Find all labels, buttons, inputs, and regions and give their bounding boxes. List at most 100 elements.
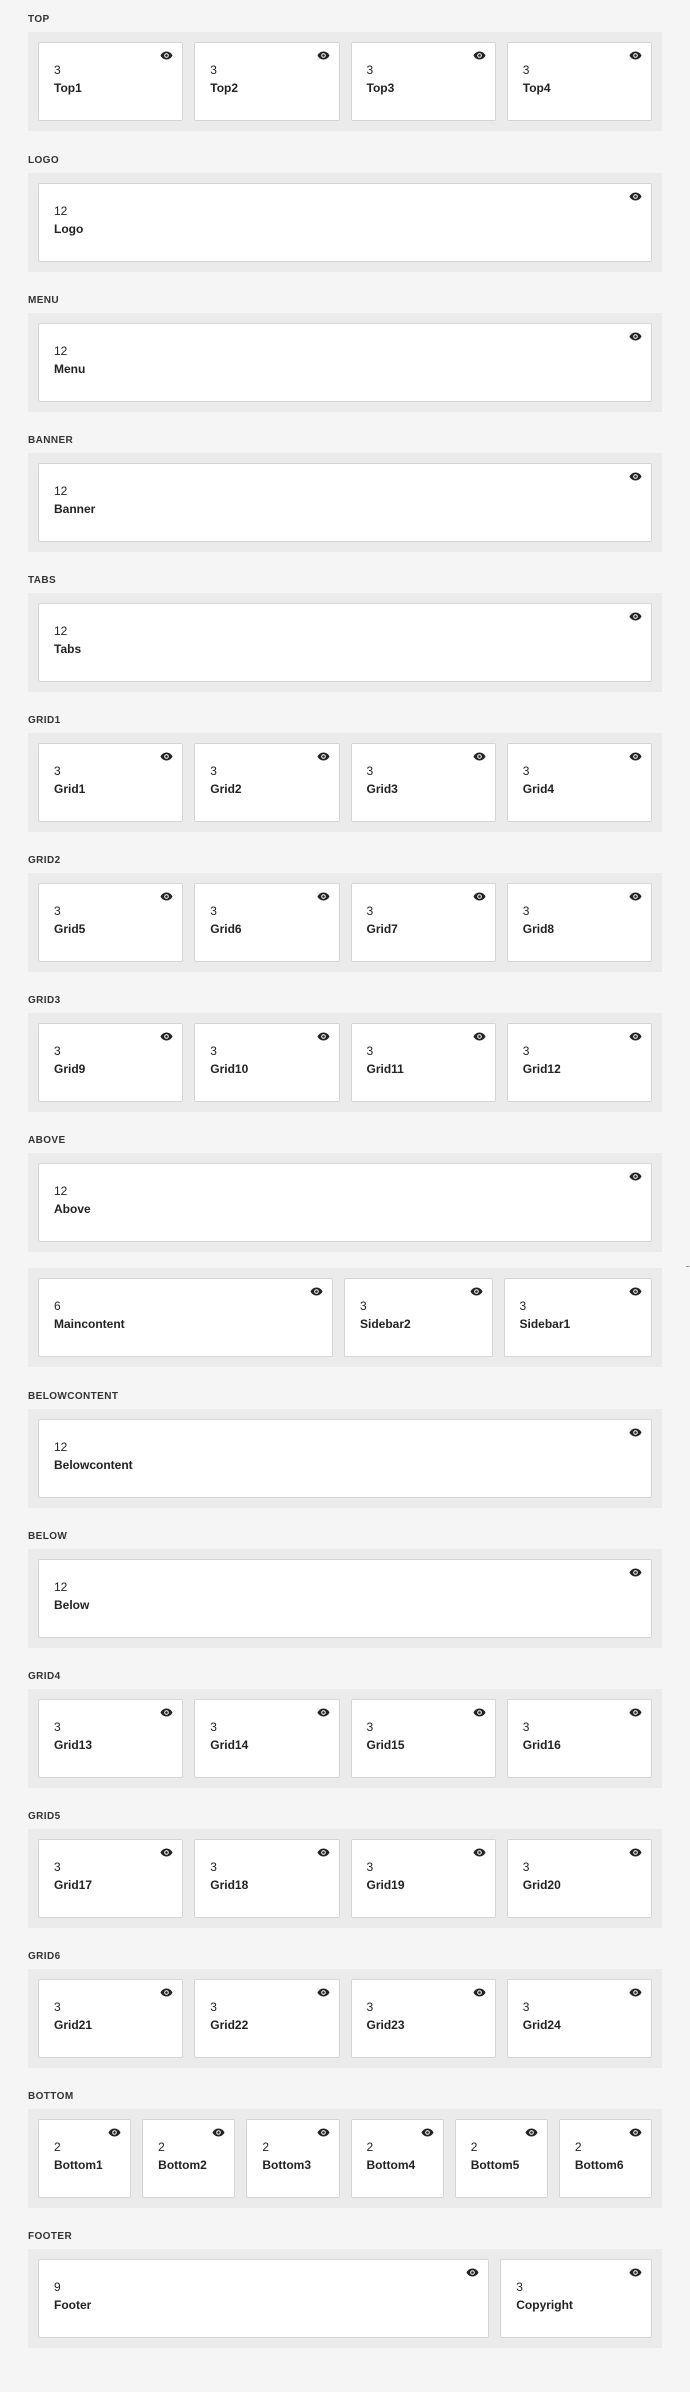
module-card-grid2[interactable]: 3 Grid2 [194, 743, 340, 822]
eye-icon[interactable] [629, 752, 642, 761]
module-card-grid10[interactable]: 3 Grid10 [194, 1023, 340, 1102]
eye-icon[interactable] [473, 752, 486, 761]
module-card-bottom2[interactable]: 2 Bottom2 [142, 2119, 236, 2198]
module-card-grid23[interactable]: 3 Grid23 [350, 1979, 496, 2058]
module-card-grid5[interactable]: 3 Grid5 [38, 883, 184, 962]
eye-icon[interactable] [473, 51, 486, 60]
eye-icon[interactable] [317, 1032, 330, 1041]
module-card-grid24[interactable]: 3 Grid24 [506, 1979, 652, 2058]
module-name: Grid8 [522, 922, 555, 936]
module-name: Grid12 [522, 1062, 561, 1076]
module-name: Grid2 [210, 782, 242, 796]
module-card-grid15[interactable]: 3 Grid15 [350, 1699, 496, 1778]
module-card-top2[interactable]: 3 Top2 [194, 42, 340, 121]
module-card-top4[interactable]: 3 Top4 [506, 42, 652, 121]
module-card-grid6[interactable]: 3 Grid6 [194, 883, 340, 962]
eye-icon[interactable] [629, 472, 642, 481]
module-card-grid21[interactable]: 3 Grid21 [38, 1979, 184, 2058]
module-card-grid1[interactable]: 3 Grid1 [38, 743, 184, 822]
module-card-grid17[interactable]: 3 Grid17 [38, 1839, 184, 1918]
eye-icon[interactable] [629, 1848, 642, 1857]
module-card-maincontent[interactable]: 6 Maincontent [38, 1278, 333, 1357]
module-card-bottom3[interactable]: 2 Bottom3 [246, 2119, 340, 2198]
eye-icon[interactable] [160, 1988, 173, 1997]
eye-icon[interactable] [470, 1287, 483, 1296]
eye-icon[interactable] [160, 1032, 173, 1041]
eye-icon[interactable] [629, 2128, 642, 2137]
eye-icon[interactable] [473, 1708, 486, 1717]
eye-icon[interactable] [525, 2128, 538, 2137]
module-card-bottom1[interactable]: 2 Bottom1 [38, 2119, 132, 2198]
eye-icon[interactable] [160, 752, 173, 761]
eye-icon[interactable] [160, 1848, 173, 1857]
eye-icon[interactable] [108, 2128, 121, 2137]
section-title: GRID4 [28, 1671, 61, 1682]
eye-icon[interactable] [629, 1172, 642, 1181]
eye-icon[interactable] [629, 892, 642, 901]
module-card-grid9[interactable]: 3 Grid9 [38, 1023, 184, 1102]
eye-icon[interactable] [629, 1568, 642, 1577]
module-card-grid7[interactable]: 3 Grid7 [350, 883, 496, 962]
eye-icon[interactable] [421, 2128, 434, 2137]
eye-icon[interactable] [473, 1032, 486, 1041]
eye-icon[interactable] [317, 752, 330, 761]
eye-icon[interactable] [160, 1708, 173, 1717]
module-card-above[interactable]: 12 Above [38, 1163, 652, 1242]
module-card-grid8[interactable]: 3 Grid8 [506, 883, 652, 962]
module-name: Sidebar2 [360, 1317, 411, 1331]
eye-icon[interactable] [629, 1032, 642, 1041]
module-card-copyright[interactable]: 3 Copyright [500, 2259, 652, 2338]
module-card-bottom4[interactable]: 2 Bottom4 [350, 2119, 444, 2198]
module-card-grid18[interactable]: 3 Grid18 [194, 1839, 340, 1918]
module-card-bottom5[interactable]: 2 Bottom5 [454, 2119, 548, 2198]
eye-icon[interactable] [160, 51, 173, 60]
eye-icon[interactable] [317, 892, 330, 901]
eye-icon[interactable] [473, 1988, 486, 1997]
eye-icon[interactable] [629, 2268, 642, 2277]
eye-icon[interactable] [629, 51, 642, 60]
module-card-grid16[interactable]: 3 Grid16 [506, 1699, 652, 1778]
column-width: 12 [54, 624, 68, 638]
module-card-top1[interactable]: 3 Top1 [38, 42, 184, 121]
eye-icon[interactable] [317, 1708, 330, 1717]
eye-icon[interactable] [629, 332, 642, 341]
module-card-grid11[interactable]: 3 Grid11 [350, 1023, 496, 1102]
eye-icon[interactable] [629, 612, 642, 621]
column-width: 3 [366, 1720, 374, 1734]
module-card-grid22[interactable]: 3 Grid22 [194, 1979, 340, 2058]
eye-icon[interactable] [317, 1848, 330, 1857]
module-card-sidebar1[interactable]: 3 Sidebar1 [503, 1278, 652, 1357]
module-card-tabs[interactable]: 12 Tabs [38, 603, 652, 682]
module-card-grid12[interactable]: 3 Grid12 [506, 1023, 652, 1102]
eye-icon[interactable] [317, 51, 330, 60]
eye-icon[interactable] [629, 192, 642, 201]
eye-icon[interactable] [466, 2268, 479, 2277]
module-card-grid19[interactable]: 3 Grid19 [350, 1839, 496, 1918]
module-card-grid3[interactable]: 3 Grid3 [350, 743, 496, 822]
eye-icon[interactable] [629, 1428, 642, 1437]
eye-icon[interactable] [317, 1988, 330, 1997]
module-card-grid14[interactable]: 3 Grid14 [194, 1699, 340, 1778]
eye-icon[interactable] [629, 1708, 642, 1717]
eye-icon[interactable] [160, 892, 173, 901]
module-card-banner[interactable]: 12 Banner [38, 463, 652, 542]
module-card-below[interactable]: 12 Below [38, 1559, 652, 1638]
module-card-footer[interactable]: 9 Footer [38, 2259, 490, 2338]
module-card-logo[interactable]: 12 Logo [38, 183, 652, 262]
eye-icon[interactable] [629, 1988, 642, 1997]
eye-icon[interactable] [317, 2128, 330, 2137]
module-card-grid4[interactable]: 3 Grid4 [506, 743, 652, 822]
eye-icon[interactable] [212, 2128, 225, 2137]
eye-icon[interactable] [629, 1287, 642, 1296]
section-title: GRID1 [28, 715, 61, 726]
eye-icon[interactable] [473, 1848, 486, 1857]
module-card-menu[interactable]: 12 Menu [38, 323, 652, 402]
module-card-grid20[interactable]: 3 Grid20 [506, 1839, 652, 1918]
module-card-belowcontent[interactable]: 12 Belowcontent [38, 1419, 652, 1498]
module-card-sidebar2[interactable]: 3 Sidebar2 [344, 1278, 493, 1357]
eye-icon[interactable] [473, 892, 486, 901]
module-card-grid13[interactable]: 3 Grid13 [38, 1699, 184, 1778]
module-card-top3[interactable]: 3 Top3 [350, 42, 496, 121]
module-card-bottom6[interactable]: 2 Bottom6 [558, 2119, 653, 2198]
eye-icon[interactable] [310, 1287, 323, 1296]
